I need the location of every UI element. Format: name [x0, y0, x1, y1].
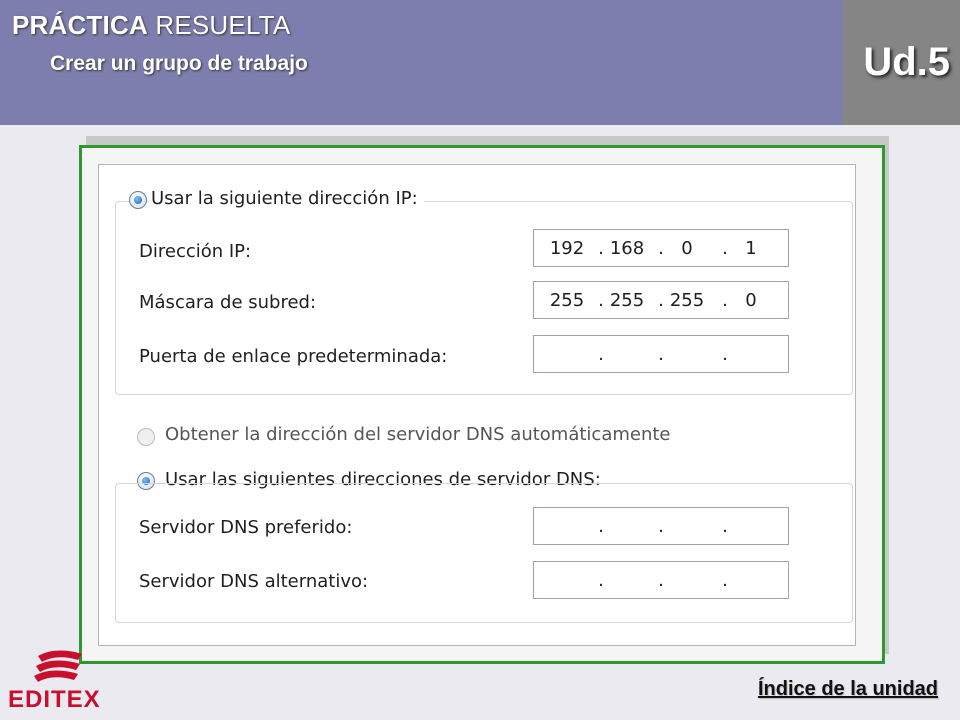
mask-octet-3: 255: [669, 290, 705, 311]
ip-properties-dialog: Usar la siguiente dirección IP: Direcció…: [98, 164, 856, 646]
radio-dns-auto-label: Obtener la dirección del servidor DNS au…: [165, 424, 671, 445]
gateway-dot-2: .: [658, 344, 664, 365]
radio-use-ip[interactable]: [129, 191, 147, 209]
gateway-dot-3: .: [722, 344, 728, 365]
page-title: PRÁCTICA RESUELTA: [12, 10, 290, 41]
gateway-label: Puerta de enlace predeterminada:: [139, 346, 448, 367]
dns-groupbox: [115, 483, 853, 623]
mask-octet-2: 255: [609, 290, 645, 311]
subnet-mask-field[interactable]: 255 . 255 . 255 . 0: [533, 281, 789, 319]
radio-use-ip-label: Usar la siguiente dirección IP:: [149, 188, 424, 209]
title-bold: PRÁCTICA: [12, 10, 148, 40]
ip-octet-4: 1: [745, 238, 757, 259]
mask-octet-1: 255: [549, 290, 585, 311]
unit-badge: Ud.5: [843, 0, 960, 125]
mask-octet-4: 0: [745, 290, 757, 311]
subnet-mask-label: Máscara de subred:: [139, 292, 317, 313]
ip-octet-1: 192: [549, 238, 585, 259]
gateway-dot-1: .: [598, 344, 604, 365]
page-subtitle: Crear un grupo de trabajo: [50, 52, 308, 75]
logo-text: EDITEX: [8, 686, 101, 713]
screenshot-frame: Usar la siguiente dirección IP: Direcció…: [79, 145, 885, 664]
radio-dns-auto[interactable]: [137, 428, 155, 446]
ip-address-field[interactable]: 192 . 168 . 0 . 1: [533, 229, 789, 267]
ip-octet-2: 168: [609, 238, 645, 259]
title-rest: RESUELTA: [155, 10, 291, 40]
index-link[interactable]: Índice de la unidad: [758, 678, 938, 701]
header-banner: PRÁCTICA RESUELTA Crear un grupo de trab…: [0, 0, 843, 125]
ip-octet-3: 0: [681, 238, 693, 259]
ip-address-label: Dirección IP:: [139, 241, 252, 262]
unit-label: Ud.5: [863, 40, 950, 84]
gateway-field[interactable]: . . .: [533, 335, 789, 373]
